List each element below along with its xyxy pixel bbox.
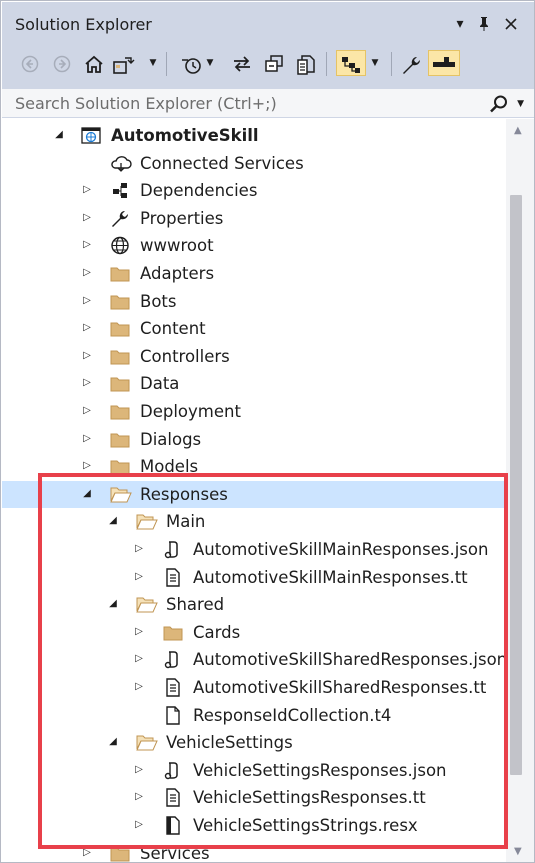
properties-icon[interactable] xyxy=(399,50,423,76)
tree-item[interactable]: ▷ Properties xyxy=(2,205,506,232)
show-all-files-icon[interactable] xyxy=(294,50,318,76)
tree-item-label: Content xyxy=(140,319,206,339)
tree-item-label: Adapters xyxy=(140,264,215,283)
folder-icon xyxy=(110,264,130,283)
expand-arrow-icon[interactable]: ▷ xyxy=(80,430,94,448)
folder-icon xyxy=(110,430,130,449)
back-icon[interactable] xyxy=(18,50,42,76)
tree-item-label: Deployment xyxy=(140,402,241,421)
scroll-thumb[interactable] xyxy=(510,195,522,775)
tree-item[interactable]: ◢ AutomotiveSkill xyxy=(2,122,506,149)
tree-item-label: Data xyxy=(140,374,180,394)
pending-changes-icon[interactable] xyxy=(180,50,204,76)
expand-arrow-icon[interactable]: ▷ xyxy=(80,264,94,282)
dependencies-icon xyxy=(110,181,130,200)
tree-item[interactable]: ▷ Adapters xyxy=(2,260,506,287)
search-box[interactable]: Search Solution Explorer (Ctrl+;) ▼ xyxy=(2,88,534,118)
close-icon[interactable] xyxy=(501,14,521,34)
tree-item[interactable]: ▷ Deployment xyxy=(2,398,506,425)
search-options-dropdown-icon[interactable]: ▼ xyxy=(517,95,524,113)
expand-arrow-icon[interactable]: ▷ xyxy=(80,209,94,227)
toolbar-separator xyxy=(326,52,327,76)
wrench-icon xyxy=(110,209,130,228)
tree-item-label: Connected Services xyxy=(140,153,304,173)
tree-item[interactable]: ▷ Dependencies xyxy=(2,177,506,204)
tree-item-label: Dependencies xyxy=(140,181,258,201)
toolbar: ▼ ▼ ▼ xyxy=(2,40,534,88)
title-bar: Solution Explorer ▾ xyxy=(2,2,534,40)
expand-arrow-icon[interactable]: ▷ xyxy=(80,374,94,392)
tree-view-dropdown-icon[interactable]: ▼ xyxy=(370,50,380,76)
collapse-all-icon[interactable] xyxy=(262,50,286,76)
window-title: Solution Explorer xyxy=(15,15,152,34)
search-input[interactable]: Search Solution Explorer (Ctrl+;) xyxy=(15,95,277,113)
expand-arrow-icon[interactable]: ▷ xyxy=(80,181,94,199)
tree-item[interactable]: ▷ wwwroot xyxy=(2,232,506,259)
tree-item-label: AutomotiveSkill xyxy=(111,126,259,145)
expand-arrow-icon[interactable]: ▷ xyxy=(80,292,94,310)
expand-arrow-icon[interactable]: ▷ xyxy=(80,236,94,254)
tree-item-label: wwwroot xyxy=(140,236,214,256)
web-project-icon xyxy=(81,126,101,145)
folder-icon xyxy=(110,374,130,393)
tree-item[interactable]: ▷ Content xyxy=(2,315,506,342)
chevron-down-icon[interactable]: ▾ xyxy=(450,14,470,34)
forward-icon[interactable] xyxy=(50,50,74,76)
sync-icon[interactable] xyxy=(230,50,254,76)
globe-icon xyxy=(110,236,130,255)
search-icon[interactable] xyxy=(489,94,509,114)
pending-changes-dropdown-icon[interactable]: ▼ xyxy=(205,50,215,76)
folder-icon xyxy=(110,347,130,366)
tree-item-label: Bots xyxy=(140,291,177,311)
folder-icon xyxy=(110,292,130,311)
expand-arrow-icon[interactable]: ▷ xyxy=(80,402,94,420)
tree-item[interactable]: ▷ Dialogs xyxy=(2,426,506,453)
tree-item[interactable]: Connected Services xyxy=(2,150,506,177)
folder-icon xyxy=(110,402,130,421)
tree-item[interactable]: ▷ Controllers xyxy=(2,343,506,370)
home-icon[interactable] xyxy=(82,50,106,76)
toolbar-separator xyxy=(166,52,167,76)
scroll-down-icon[interactable]: ▼ xyxy=(514,846,522,857)
responses-highlight-box xyxy=(38,473,508,849)
cloud-icon xyxy=(110,154,132,173)
pin-icon[interactable] xyxy=(474,14,494,34)
tree-view-icon[interactable] xyxy=(336,50,366,76)
tree-item[interactable]: ▷ Data xyxy=(2,370,506,397)
solution-explorer-window: Solution Explorer ▾ ▼ ▼ ▼ Search Solutio… xyxy=(0,0,535,863)
expand-arrow-icon[interactable]: ▷ xyxy=(80,319,94,337)
switch-views-dropdown-icon[interactable]: ▼ xyxy=(148,50,158,76)
switch-views-icon[interactable] xyxy=(112,50,136,76)
tree-item-label: Controllers xyxy=(140,346,230,366)
vertical-scrollbar[interactable]: ▲ ▼ xyxy=(506,119,534,862)
collapse-arrow-icon[interactable]: ◢ xyxy=(52,126,66,144)
tree-item-label: Dialogs xyxy=(140,429,202,449)
toolbar-separator xyxy=(391,52,392,76)
folder-icon xyxy=(110,319,130,338)
expand-arrow-icon[interactable]: ▷ xyxy=(80,347,94,365)
scroll-up-icon[interactable]: ▲ xyxy=(514,125,522,136)
tree-item[interactable]: ▷ Bots xyxy=(2,288,506,315)
tree-item-label: Properties xyxy=(140,208,224,228)
preview-icon[interactable] xyxy=(428,50,460,76)
